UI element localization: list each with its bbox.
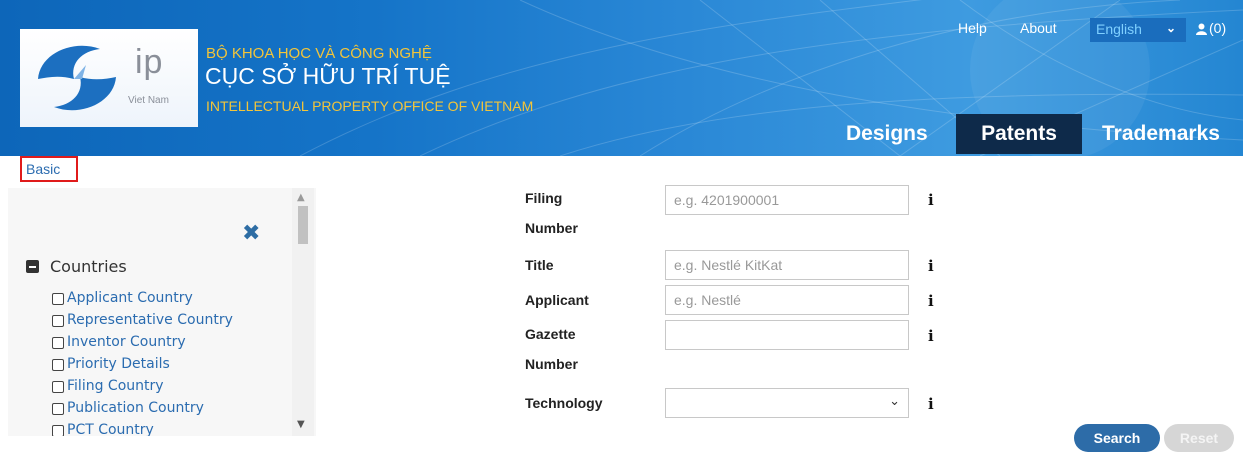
collapse-icon[interactable] xyxy=(26,260,39,273)
filter-scrollbar[interactable]: ▲ ▼ xyxy=(292,188,314,436)
technology-label: Technology xyxy=(525,395,603,411)
tab-designs[interactable]: Designs xyxy=(846,114,928,154)
info-icon[interactable]: i xyxy=(928,327,934,345)
tab-trademarks[interactable]: Trademarks xyxy=(1102,114,1220,154)
filter-option-label: PCT Country xyxy=(67,422,154,436)
chevron-down-icon: ⌄ xyxy=(1166,21,1177,35)
filter-option-label: Publication Country xyxy=(67,400,204,416)
help-link[interactable]: Help xyxy=(958,20,987,36)
site-header: ip Viet Nam BỘ KHOA HỌC VÀ CÔNG NGHỆ CỤC… xyxy=(0,0,1243,156)
language-value: English xyxy=(1096,21,1142,37)
info-icon[interactable]: i xyxy=(928,257,934,275)
office-name-english: INTELLECTUAL PROPERTY OFFICE OF VIETNAM xyxy=(206,98,534,114)
language-select[interactable]: English ⌄ xyxy=(1090,18,1186,42)
checkbox[interactable] xyxy=(52,425,64,436)
checkbox[interactable] xyxy=(52,381,64,393)
checkbox[interactable] xyxy=(52,337,64,349)
filing-number-label: Filing Number xyxy=(525,186,578,240)
filing-number-input[interactable]: e.g. 4201900001 xyxy=(665,185,909,215)
logo[interactable]: ip Viet Nam xyxy=(20,29,198,127)
logo-text: ip xyxy=(135,43,164,81)
breadcrumb-basic[interactable]: Basic xyxy=(20,156,78,182)
applicant-input[interactable]: e.g. Nestlé xyxy=(665,285,909,315)
filter-category-label: Countries xyxy=(50,257,127,276)
checkbox[interactable] xyxy=(52,315,64,327)
filter-option-label: Inventor Country xyxy=(67,334,186,350)
filter-option-label: Filing Country xyxy=(67,378,164,394)
checkbox[interactable] xyxy=(52,403,64,415)
scroll-up-icon[interactable]: ▲ xyxy=(297,192,305,203)
label-line: Filing xyxy=(525,190,563,206)
info-icon[interactable]: i xyxy=(928,395,934,413)
label-line: Gazette xyxy=(525,326,576,342)
logo-subtext: Viet Nam xyxy=(128,95,169,106)
close-icon[interactable]: ✖ xyxy=(242,221,260,246)
cart-count: (0) xyxy=(1209,20,1227,36)
title-label: Title xyxy=(525,257,554,273)
tab-patents[interactable]: Patents xyxy=(956,114,1082,154)
user-icon xyxy=(1196,23,1207,35)
title-input[interactable]: e.g. Nestlé KitKat xyxy=(665,250,909,280)
label-line: Number xyxy=(525,356,578,372)
filter-option-label: Applicant Country xyxy=(67,290,193,306)
label-line: Number xyxy=(525,220,578,236)
technology-select[interactable]: ⌄ xyxy=(665,388,909,418)
gazette-number-input[interactable] xyxy=(665,320,909,350)
logo-mark-icon xyxy=(38,45,116,111)
filter-panel: ✖ Countries Applicant Country Representa… xyxy=(8,188,316,436)
about-link[interactable]: About xyxy=(1020,20,1057,36)
ministry-name: BỘ KHOA HỌC VÀ CÔNG NGHỆ xyxy=(206,45,432,62)
office-name-vietnamese: CỤC SỞ HỮU TRÍ TUỆ xyxy=(205,63,451,89)
filter-option-label: Representative Country xyxy=(67,312,233,328)
scroll-down-icon[interactable]: ▼ xyxy=(297,419,305,430)
applicant-label: Applicant xyxy=(525,292,589,308)
search-button[interactable]: Search xyxy=(1074,424,1160,452)
info-icon[interactable]: i xyxy=(928,191,934,209)
scroll-thumb[interactable] xyxy=(298,206,308,244)
gazette-number-label: Gazette Number xyxy=(525,322,578,376)
filter-option-label: Priority Details xyxy=(67,356,170,372)
chevron-down-icon: ⌄ xyxy=(889,394,900,409)
checkbox[interactable] xyxy=(52,293,64,305)
info-icon[interactable]: i xyxy=(928,292,934,310)
reset-button[interactable]: Reset xyxy=(1164,424,1234,452)
checkbox[interactable] xyxy=(52,359,64,371)
